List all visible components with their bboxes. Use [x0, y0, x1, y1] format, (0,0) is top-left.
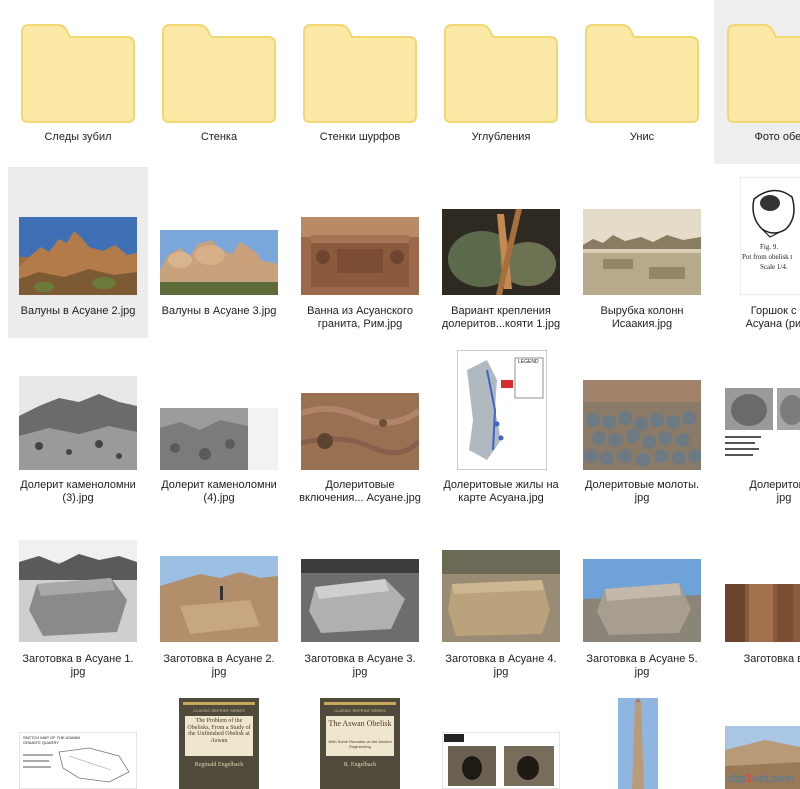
book1-author-text: Reginald Engelbach: [194, 762, 244, 768]
watermark: clip2net.com: [727, 773, 794, 785]
file-tile[interactable]: [572, 690, 712, 789]
book-cover-thumbnail: CLASSIC REPRINT SERIES The Aswan Obelisk…: [320, 698, 400, 789]
folder-tile[interactable]: Стенки шурфов: [290, 0, 430, 164]
image-thumbnail: LEGEND: [457, 350, 547, 470]
file-tile[interactable]: Ванна из Асуанского гранита, Рим.jpg: [290, 167, 430, 338]
file-label: Заготовка в Асуане 1. jpg: [22, 653, 134, 678]
image-thumbnail: [725, 388, 800, 470]
file-label: Вариант крепления долеритов...кояти 1.jp…: [441, 305, 561, 330]
file-tile[interactable]: Заготовка в Асуане 1. jpg: [8, 514, 148, 686]
legend-text: LEGEND: [518, 359, 539, 365]
folder-icon: [444, 24, 558, 123]
file-label: Ванна из Асуанского гранита, Рим.jpg: [307, 305, 413, 330]
file-label: Заготовка в Асу: [743, 653, 800, 665]
file-label: Долеритовые молоты. jpg: [584, 479, 700, 504]
file-tile[interactable]: Fig. 9. Pot from obelisk t Scale 1/4. Го…: [714, 167, 800, 338]
pot-scale-text: Scale 1/4.: [760, 263, 788, 271]
pot-caption-text: Pot from obelisk t: [742, 253, 793, 261]
book-cover-thumbnail: CLASSIC REPRINT SERIES The Problem of th…: [179, 698, 259, 789]
image-thumbnail: [301, 393, 419, 470]
pot-fig-text: Fig. 9.: [760, 243, 779, 251]
image-thumbnail: SKETCH MAP OF THE ASWAN GRANITE QUARRY: [19, 732, 137, 789]
file-label: Долеритовый jpg: [749, 479, 800, 504]
file-tile[interactable]: Вырубка колонн Исаакия.jpg: [572, 167, 712, 338]
file-tile[interactable]: Долеритовые молоты. jpg: [572, 340, 712, 512]
image-thumbnail: Fig. 9. Pot from obelisk t Scale 1/4.: [740, 177, 800, 295]
file-tile[interactable]: Вариант крепления долеритов...кояти 1.jp…: [431, 167, 571, 338]
file-tile[interactable]: Заготовка в Асу: [714, 514, 800, 686]
folder-tile[interactable]: Стенка: [149, 0, 289, 164]
image-thumbnail: [19, 540, 137, 642]
book1-series-text: CLASSIC REPRINT SERIES: [193, 708, 245, 713]
folder-label: Фото обели: [754, 131, 800, 143]
folder-icon: [162, 24, 276, 123]
image-thumbnail: [725, 584, 800, 642]
image-thumbnail: [583, 380, 701, 470]
file-label: Валуны в Асуане 2.jpg: [20, 305, 136, 317]
book1-title-text: The Problem of the Obelisks, From a Stud…: [187, 718, 251, 744]
file-label: Заготовка в Асуане 5. jpg: [586, 653, 698, 678]
folder-tile[interactable]: Следы зубил: [8, 0, 148, 164]
file-tile[interactable]: LEGEND Долеритовые жилы на карте Асуана.…: [431, 340, 571, 512]
folder-tile[interactable]: Углубления: [431, 0, 571, 164]
file-tile[interactable]: Долеритовые включения... Асуане.jpg: [290, 340, 430, 512]
book2-author-text: R. Engelbach: [343, 762, 377, 768]
book2-sub-text: With Some Remarks on the Ancient Enginee…: [328, 739, 392, 749]
file-label: Заготовка в Асуане 3. jpg: [304, 653, 416, 678]
file-label: Заготовка в Асуане 2. jpg: [163, 653, 275, 678]
file-tile[interactable]: SKETCH MAP OF THE ASWAN GRANITE QUARRY: [8, 690, 148, 789]
folder-icon: [21, 24, 135, 123]
image-thumbnail: [301, 217, 419, 295]
file-tile[interactable]: Долерит каменоломни (4).jpg: [149, 340, 289, 512]
file-tile[interactable]: Долерит каменоломни (3).jpg: [8, 340, 148, 512]
file-tile[interactable]: [431, 690, 571, 789]
file-label: Валуны в Асуане 3.jpg: [161, 305, 277, 317]
folder-tile[interactable]: Унис: [572, 0, 712, 164]
map-title-text: SKETCH MAP OF THE ASWAN GRANITE QUARRY: [23, 735, 81, 745]
file-label: Долеритовые жилы на карте Асуана.jpg: [443, 479, 559, 504]
folder-label: Стенки шурфов: [319, 131, 401, 143]
watermark-net: net.com: [751, 773, 794, 785]
folder-icon: [585, 24, 699, 123]
file-label: Долеритовые включения... Асуане.jpg: [299, 479, 421, 504]
file-tile[interactable]: Валуны в Асуане 3.jpg: [149, 167, 289, 338]
file-label: Вырубка колонн Исаакия.jpg: [600, 305, 684, 330]
file-tile[interactable]: CLASSIC REPRINT SERIES The Problem of th…: [149, 690, 289, 789]
file-label: Горшок с охр Асуана (ри...ль: [745, 305, 800, 330]
folder-label: Следы зубил: [44, 131, 112, 143]
image-thumbnail: [583, 209, 701, 295]
file-tile[interactable]: Валуны в Асуане 2.jpg: [8, 167, 148, 338]
file-label: Заготовка в Асуане 4. jpg: [445, 653, 557, 678]
folder-label: Углубления: [471, 131, 531, 143]
file-label: Долерит каменоломни (3).jpg: [20, 479, 136, 504]
book2-title-text: The Aswan Obelisk: [328, 719, 392, 728]
image-thumbnail: [19, 217, 137, 295]
image-thumbnail: [442, 550, 560, 642]
file-tile[interactable]: Заготовка в Асуане 5. jpg: [572, 514, 712, 686]
image-thumbnail: [160, 556, 278, 642]
file-label: Долерит каменоломни (4).jpg: [161, 479, 277, 504]
image-thumbnail: [160, 230, 278, 295]
file-tile[interactable]: Долеритовый jpg: [714, 340, 800, 512]
file-tile[interactable]: Заготовка в Асуане 3. jpg: [290, 514, 430, 686]
file-tile[interactable]: Заготовка в Асуане 4. jpg: [431, 514, 571, 686]
image-thumbnail: [583, 559, 701, 642]
folder-label: Стенка: [200, 131, 238, 143]
book2-series-text: CLASSIC REPRINT SERIES: [334, 708, 386, 713]
image-thumbnail: [442, 732, 560, 789]
image-thumbnail: [301, 559, 419, 642]
folder-icon: [727, 24, 800, 123]
image-thumbnail: [160, 408, 278, 470]
folder-label: Унис: [629, 131, 655, 143]
file-tile[interactable]: CLASSIC REPRINT SERIES The Aswan Obelisk…: [290, 690, 430, 789]
image-thumbnail: [618, 698, 658, 789]
folder-icon: [303, 24, 417, 123]
image-thumbnail: [19, 376, 137, 470]
file-grid: Следы зубил Стенка Стенки шурфов Углубле…: [0, 0, 800, 789]
folder-tile[interactable]: Фото обели: [714, 0, 800, 164]
image-thumbnail: [442, 209, 560, 295]
file-tile[interactable]: Заготовка в Асуане 2. jpg: [149, 514, 289, 686]
watermark-clip: clip: [726, 773, 746, 785]
